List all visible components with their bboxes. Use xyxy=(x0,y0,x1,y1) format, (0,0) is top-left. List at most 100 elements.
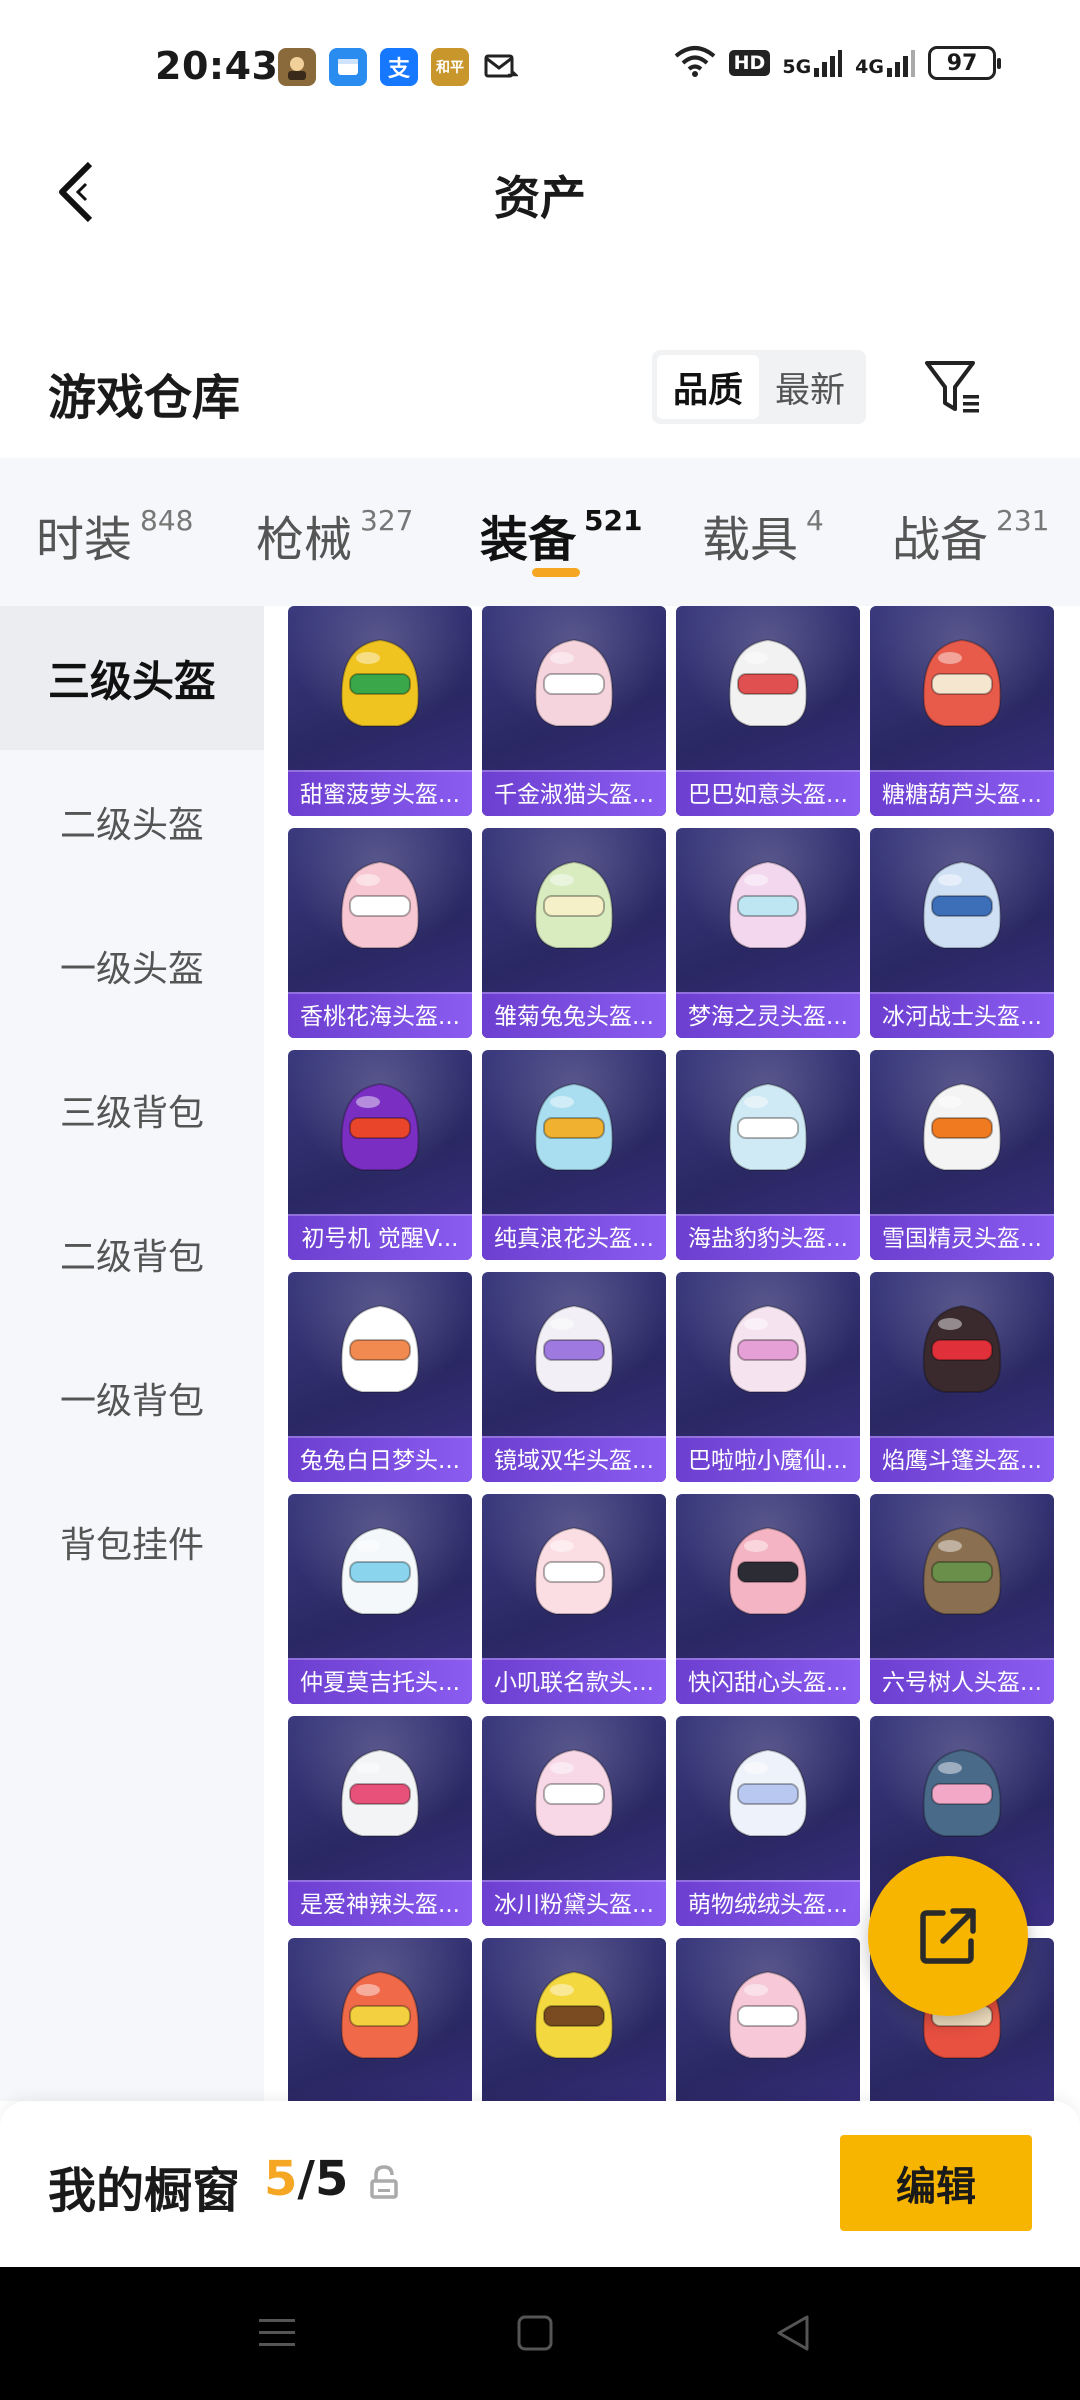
item-card[interactable] xyxy=(676,1938,860,2101)
share-icon xyxy=(920,1908,976,1964)
helmet-icon xyxy=(922,1082,1002,1171)
battery-indicator: 97 xyxy=(928,46,1001,80)
tab-fashion[interactable]: 时装 848 xyxy=(36,500,193,570)
item-card[interactable]: 小叽联名款头... xyxy=(482,1494,666,1704)
item-card[interactable]: 巴啦啦小魔仙... xyxy=(676,1272,860,1482)
item-card[interactable]: 焰鹰斗篷头盔... xyxy=(870,1272,1054,1482)
tab-label: 枪械 xyxy=(256,512,353,568)
tab-equipment[interactable]: 装备 521 xyxy=(480,500,642,570)
item-card[interactable]: 六号树人头盔... xyxy=(870,1494,1054,1704)
item-name: 兔兔白日梦头... xyxy=(288,1436,472,1482)
helmet-icon xyxy=(728,1526,808,1615)
item-name: 巴巴如意头盔... xyxy=(676,770,860,816)
status-time: 20:43 xyxy=(155,44,279,88)
signal-5g-icon: 5G xyxy=(782,48,843,78)
mail-icon xyxy=(482,48,520,86)
item-card[interactable]: 冰河战士头盔... xyxy=(870,828,1054,1038)
item-card[interactable]: 甜蜜菠萝头盔... xyxy=(288,606,472,816)
tab-firearms[interactable]: 枪械 327 xyxy=(256,500,413,570)
tab-count: 521 xyxy=(584,504,643,537)
sidebar-item-backpack-charm[interactable]: 背包挂件 xyxy=(0,1470,264,1614)
item-card[interactable]: 香桃花海头盔... xyxy=(288,828,472,1038)
item-name: 小叽联名款头... xyxy=(482,1658,666,1704)
item-name: 冰川粉黛头盔... xyxy=(482,1880,666,1926)
item-name: 香桃花海头盔... xyxy=(288,992,472,1038)
item-card[interactable]: 兔兔白日梦头... xyxy=(288,1272,472,1482)
sidebar-item-level2-backpack[interactable]: 二级背包 xyxy=(0,1182,264,1326)
item-card[interactable]: 初号机 觉醒V... xyxy=(288,1050,472,1260)
screen: 20:43 支 和平 HD 5G 4G 97 资产 游戏仓库 品质 最新 时装 … xyxy=(0,0,1080,2400)
signal-4g-icon: 4G xyxy=(855,48,916,78)
notification-icons: 支 和平 xyxy=(278,48,520,86)
tab-count: 327 xyxy=(360,504,414,537)
item-card[interactable]: 是爱神辣头盔... xyxy=(288,1716,472,1926)
item-name: 快闪甜心头盔... xyxy=(676,1658,860,1704)
item-card[interactable]: 仲夏莫吉托头... xyxy=(288,1494,472,1704)
sort-by-newest[interactable]: 最新 xyxy=(759,355,861,419)
page-title: 资产 xyxy=(494,171,586,225)
tab-label: 时装 xyxy=(36,512,133,568)
helmet-icon xyxy=(534,1970,614,2059)
item-card[interactable]: 镜域双华头盔... xyxy=(482,1272,666,1482)
helmet-icon xyxy=(340,638,420,727)
item-card[interactable]: 海盐豹豹头盔... xyxy=(676,1050,860,1260)
system-nav-bar xyxy=(0,2267,1080,2400)
item-name: 镜域双华头盔... xyxy=(482,1436,666,1482)
status-bar: 20:43 支 和平 HD 5G 4G 97 xyxy=(0,0,1080,132)
tab-label: 战备 xyxy=(892,512,989,568)
item-card[interactable] xyxy=(482,1938,666,2101)
item-name: 冰河战士头盔... xyxy=(870,992,1054,1038)
system-status-icons: HD 5G 4G 97 xyxy=(673,44,1001,82)
sidebar-item-level2-helmet[interactable]: 二级头盔 xyxy=(0,750,264,894)
item-name: 千金淑猫头盔... xyxy=(482,770,666,816)
item-card[interactable]: 梦海之灵头盔... xyxy=(676,828,860,1038)
item-name: 海盐豹豹头盔... xyxy=(676,1214,860,1260)
item-card[interactable] xyxy=(288,1938,472,2101)
showcase-current: 5 xyxy=(264,2151,298,2207)
tab-count: 848 xyxy=(140,504,194,537)
item-name: 雪国精灵头盔... xyxy=(870,1214,1054,1260)
item-card[interactable]: 纯真浪花头盔... xyxy=(482,1050,666,1260)
warehouse-title: 游戏仓库 xyxy=(48,370,241,426)
showcase-count: 5/5 xyxy=(264,2151,348,2207)
sidebar-item-level3-backpack[interactable]: 三级背包 xyxy=(0,1038,264,1182)
filter-button[interactable] xyxy=(920,352,986,422)
sidebar-item-level1-backpack[interactable]: 一级背包 xyxy=(0,1326,264,1470)
item-card[interactable]: 巴巴如意头盔... xyxy=(676,606,860,816)
tab-label: 装备 xyxy=(480,512,577,568)
item-name: 萌物绒绒头盔... xyxy=(676,1880,860,1926)
item-card[interactable]: 雪国精灵头盔... xyxy=(870,1050,1054,1260)
menu-nav-button[interactable] xyxy=(247,2303,307,2363)
sidebar-item-level1-helmet[interactable]: 一级头盔 xyxy=(0,894,264,1038)
helmet-icon xyxy=(534,638,614,727)
tab-vehicles[interactable]: 载具 4 xyxy=(702,500,824,570)
message-app-icon xyxy=(329,48,367,86)
sort-by-quality[interactable]: 品质 xyxy=(657,355,759,419)
share-fab-button[interactable] xyxy=(868,1856,1028,2016)
helmet-icon xyxy=(340,1970,420,2059)
showcase-title: 我的橱窗 xyxy=(48,2163,241,2219)
item-card[interactable]: 雏菊兔兔头盔... xyxy=(482,828,666,1038)
helmet-icon xyxy=(534,860,614,949)
item-card[interactable]: 千金淑猫头盔... xyxy=(482,606,666,816)
tab-count: 231 xyxy=(996,504,1050,537)
helmet-icon xyxy=(534,1304,614,1393)
item-card[interactable]: 快闪甜心头盔... xyxy=(676,1494,860,1704)
hd-voice-badge: HD xyxy=(728,50,771,76)
item-name: 梦海之灵头盔... xyxy=(676,992,860,1038)
edit-button[interactable]: 编辑 xyxy=(840,2135,1032,2231)
item-name: 六号树人头盔... xyxy=(870,1658,1054,1704)
home-nav-button[interactable] xyxy=(505,2303,565,2363)
item-name: 雏菊兔兔头盔... xyxy=(482,992,666,1038)
helmet-icon xyxy=(340,1304,420,1393)
filter-icon xyxy=(925,361,979,413)
helmet-icon xyxy=(534,1082,614,1171)
sidebar-item-level3-helmet[interactable]: 三级头盔 xyxy=(0,606,264,750)
showcase-separator: / xyxy=(297,2151,315,2207)
back-nav-button[interactable] xyxy=(763,2303,823,2363)
app-header: 资产 xyxy=(0,132,1080,252)
item-card[interactable]: 冰川粉黛头盔... xyxy=(482,1716,666,1926)
item-card[interactable]: 糖糖葫芦头盔... xyxy=(870,606,1054,816)
tab-gear[interactable]: 战备 231 xyxy=(892,500,1049,570)
item-card[interactable]: 萌物绒绒头盔... xyxy=(676,1716,860,1926)
